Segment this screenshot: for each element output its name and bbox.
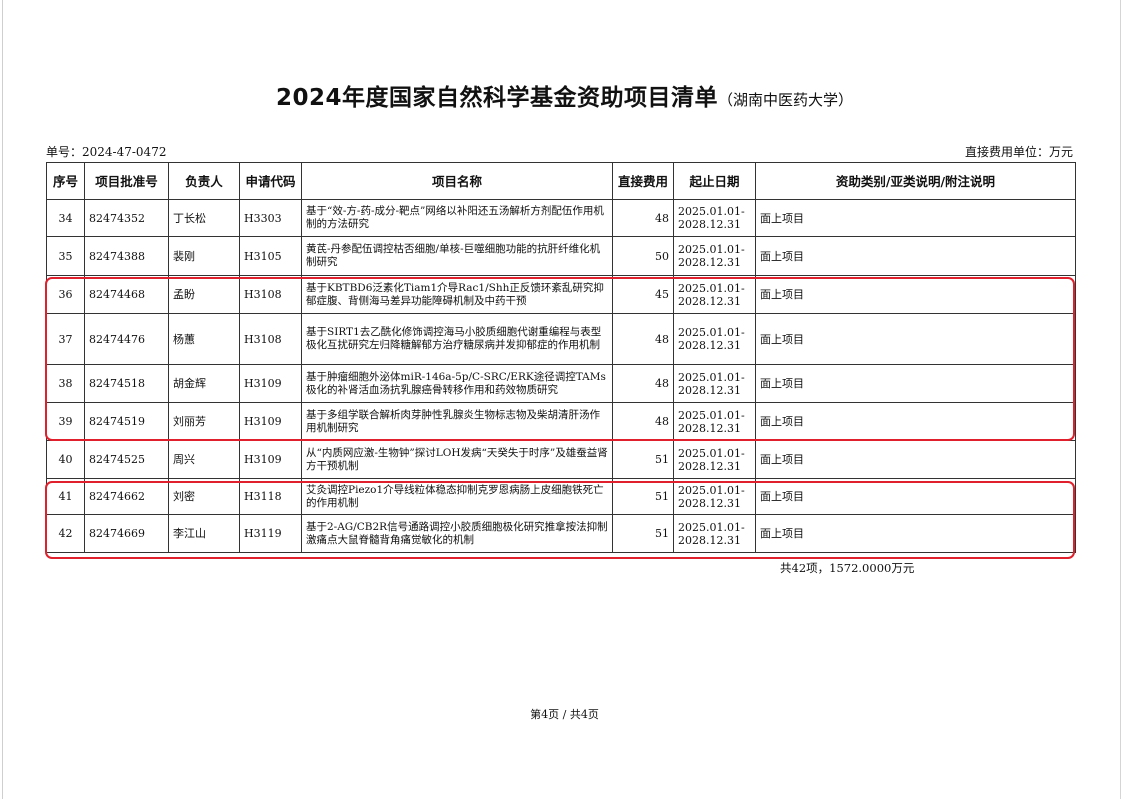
- document-title: 2024年度国家自然科学基金资助项目清单（湖南中医药大学）: [0, 78, 1129, 112]
- table-row: 35 82474388 裴刚 H3105 黄芪-丹参配伍调控枯否细胞/单核-巨噬…: [46, 236, 1076, 276]
- row-fee: 51: [612, 440, 674, 479]
- row-date-end: 2028.12.31: [678, 218, 741, 231]
- document-page: 2024年度国家自然科学基金资助项目清单（湖南中医药大学） 单号：2024-47…: [0, 0, 1129, 799]
- header-date: 起止日期: [673, 162, 756, 200]
- row-approval: 82474352: [84, 199, 169, 237]
- total-summary: 共42项，1572.0000万元: [780, 561, 915, 575]
- row-project-name: 从“内质网应激-生物钟”探讨LOH发病“天癸失于时序”及雄蚕益肾方干预机制: [301, 440, 613, 479]
- title-subtitle: （湖南中医药大学）: [718, 91, 854, 109]
- row-code: H3105: [239, 236, 302, 276]
- header-category: 资助类别/亚类说明/附注说明: [755, 162, 1076, 200]
- row-date-end: 2028.12.31: [678, 256, 741, 269]
- header-code: 申请代码: [239, 162, 302, 200]
- row-date-start: 2025.01.01-: [678, 243, 745, 256]
- row-date-end: 2028.12.31: [678, 459, 741, 473]
- row-date-start: 2025.01.01-: [678, 446, 745, 460]
- row-code: H3303: [239, 199, 302, 237]
- header-no: 序号: [46, 162, 85, 200]
- table-row: 40 82474525 周兴 H3109 从“内质网应激-生物钟”探讨LOH发病…: [46, 440, 1076, 479]
- header-approval: 项目批准号: [84, 162, 169, 200]
- title-main: 2024年度国家自然科学基金资助项目清单: [275, 85, 718, 111]
- row-date-start: 2025.01.01-: [678, 205, 745, 218]
- page-edge-right: [1120, 0, 1121, 799]
- row-fee: 50: [612, 236, 674, 276]
- row-project-name: 黄芪-丹参配伍调控枯否细胞/单核-巨噬细胞功能的抗肝纤维化机制研究: [301, 236, 613, 276]
- row-date: 2025.01.01- 2028.12.31: [673, 236, 756, 276]
- row-code: H3109: [239, 440, 302, 479]
- row-category: 面上项目: [755, 440, 1076, 479]
- highlight-box-rows-36-39: [45, 277, 1075, 441]
- page-edge-left: [2, 0, 3, 799]
- page-footer: 第4页 / 共4页: [530, 708, 599, 721]
- highlight-box-rows-41-42: [45, 481, 1075, 559]
- row-fee: 48: [612, 199, 674, 237]
- header-leader: 负责人: [168, 162, 240, 200]
- row-date: 2025.01.01- 2028.12.31: [673, 440, 756, 479]
- table-header-row: 序号 项目批准号 负责人 申请代码 项目名称 直接费用 起止日期 资助类别/亚类…: [46, 162, 1076, 200]
- row-category: 面上项目: [755, 199, 1076, 237]
- row-no: 34: [46, 199, 85, 237]
- row-approval: 82474388: [84, 236, 169, 276]
- doc-number: 单号：2024-47-0472: [46, 145, 167, 159]
- row-leader: 周兴: [168, 440, 240, 479]
- header-name: 项目名称: [301, 162, 613, 200]
- row-category: 面上项目: [755, 236, 1076, 276]
- header-fee: 直接费用: [612, 162, 674, 200]
- row-leader: 丁长松: [168, 199, 240, 237]
- row-leader: 裴刚: [168, 236, 240, 276]
- row-project-name: 基于“效-方-药-成分-靶点”网络以补阳还五汤解析方剂配伍作用机制的方法研究: [301, 199, 613, 237]
- row-no: 40: [46, 440, 85, 479]
- row-no: 35: [46, 236, 85, 276]
- unit-note: 直接费用单位：万元: [964, 145, 1073, 159]
- row-date: 2025.01.01- 2028.12.31: [673, 199, 756, 237]
- row-approval: 82474525: [84, 440, 169, 479]
- table-row: 34 82474352 丁长松 H3303 基于“效-方-药-成分-靶点”网络以…: [46, 199, 1076, 237]
